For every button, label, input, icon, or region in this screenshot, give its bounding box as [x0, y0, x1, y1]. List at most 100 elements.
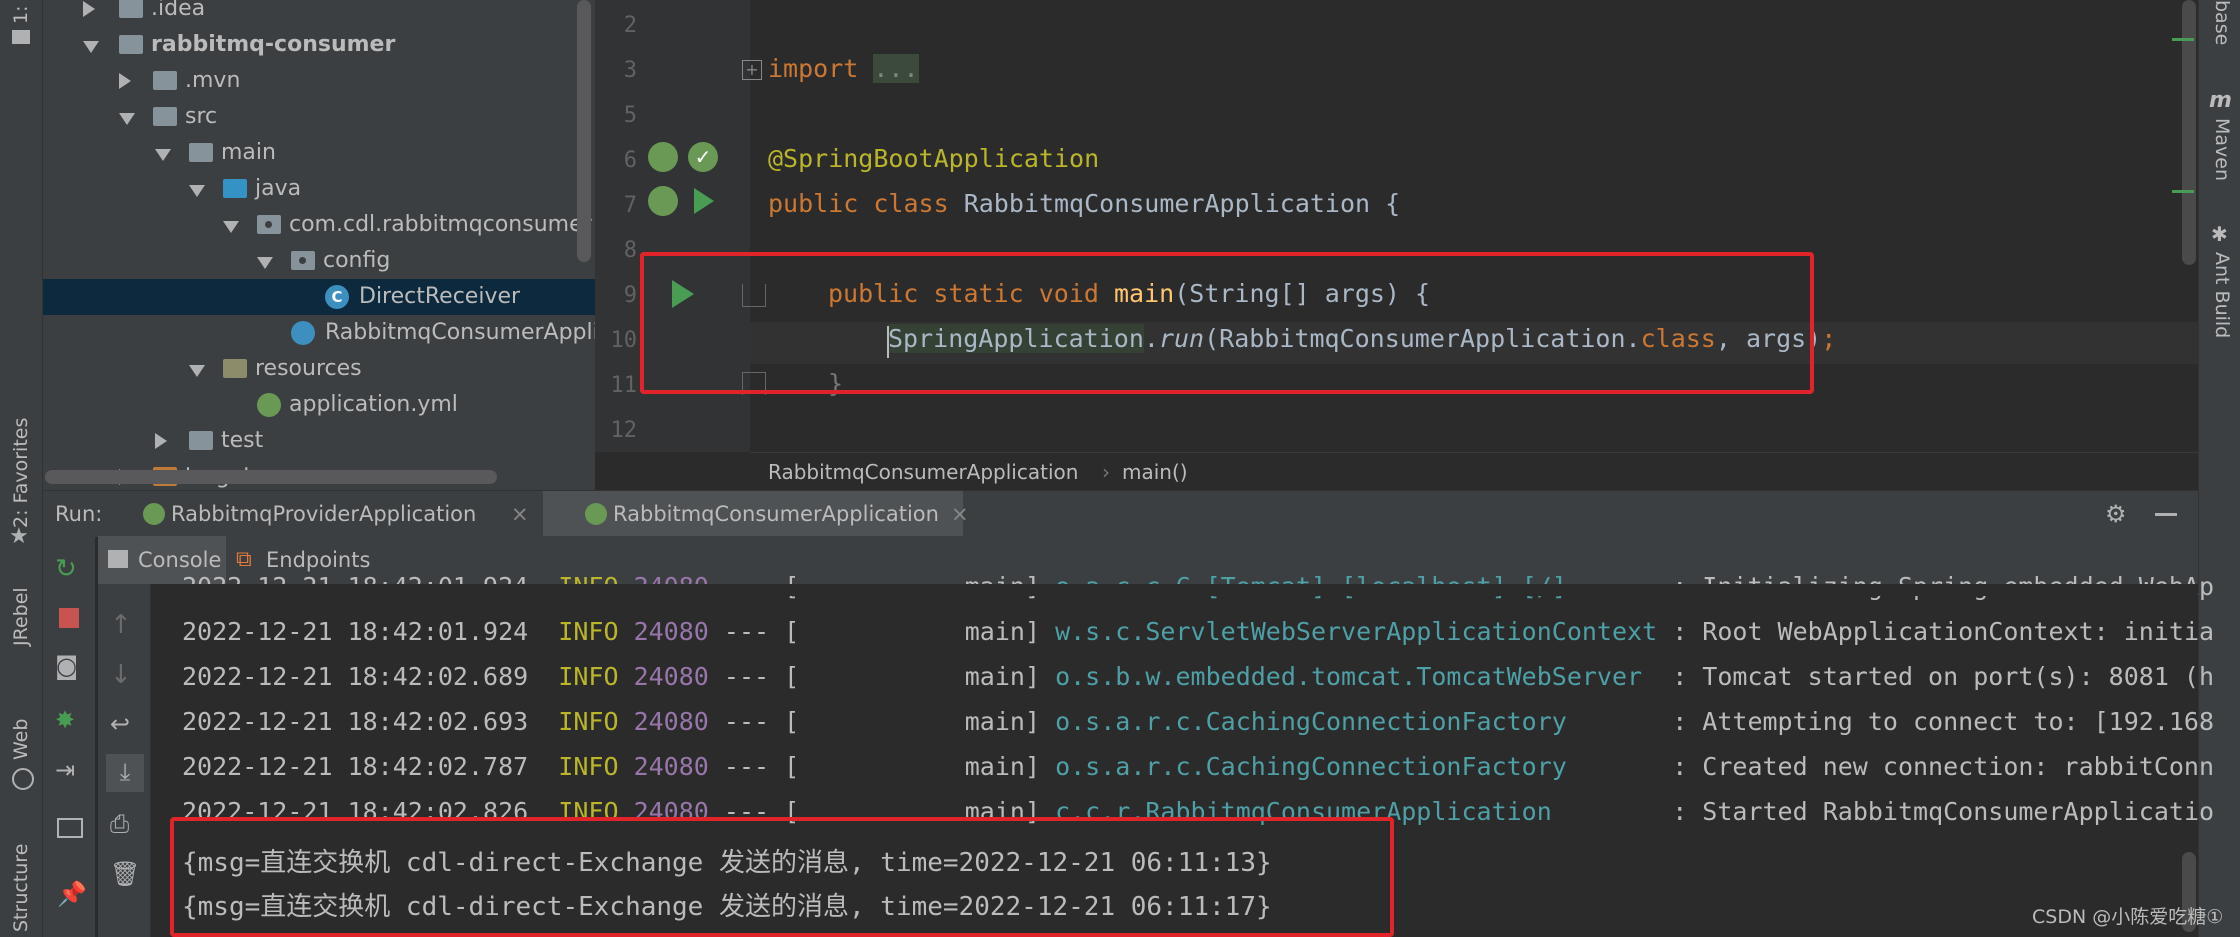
pin-icon[interactable]: 📌 — [57, 880, 87, 910]
folder-icon — [119, 0, 143, 18]
spring-yml-icon — [257, 393, 281, 417]
line-number: 11 — [610, 373, 638, 398]
tree-item-idea[interactable]: .idea — [43, 0, 595, 27]
log-timestamp: 2022-12-21 18:42:01.924 — [182, 617, 529, 646]
tree-item-mvn[interactable]: .mvn — [43, 63, 595, 99]
jrebel-tool-tab[interactable]: JRebel — [6, 580, 36, 680]
ant-tool-tab[interactable]: ✱ Ant Build — [2203, 222, 2237, 352]
tree-item-label: RabbitmqConsumerApplica — [325, 320, 595, 345]
chevron-right-icon[interactable] — [155, 433, 167, 449]
class-name: RabbitmqConsumerApplication — [963, 189, 1371, 218]
tree-item-config[interactable]: config — [43, 243, 595, 279]
spring-config-icon[interactable] — [648, 186, 678, 216]
log-pid: 24080 — [633, 707, 709, 736]
layout-icon[interactable] — [57, 818, 83, 838]
structure-tool-tab[interactable]: Structure — [6, 820, 36, 937]
module-folder-icon — [119, 35, 143, 54]
minimize-icon[interactable] — [2155, 513, 2177, 516]
breadcrumb-separator: › — [1102, 460, 1110, 484]
log-logger: o.s.b.w.embedded.tomcat.TomcatWebServer — [1055, 662, 1643, 691]
watermark: CSDN @小陈爱吃糖① — [2032, 906, 2224, 928]
tree-item-label: .idea — [151, 0, 206, 21]
favorites-tool-tab[interactable]: 2: Favorites ★ — [6, 400, 36, 550]
down-arrow-icon[interactable]: ↓ — [110, 660, 140, 690]
log-thread: main] — [964, 707, 1041, 736]
ant-tab-label: Ant Build — [2211, 252, 2233, 339]
tree-item-consumer-application[interactable]: RabbitmqConsumerApplica — [43, 315, 595, 351]
tree-item-src[interactable]: src — [43, 99, 595, 135]
up-arrow-icon[interactable]: ↑ — [110, 610, 140, 640]
log-sep: --- [ — [723, 662, 800, 691]
chevron-down-icon[interactable] — [257, 257, 273, 269]
tree-item-resources[interactable]: resources — [43, 351, 595, 387]
log-text: : Started RabbitmqConsumerApplicatio — [1672, 797, 2215, 826]
camera-icon[interactable]: ◙ — [55, 652, 85, 682]
chevron-down-icon[interactable] — [155, 149, 171, 161]
tree-item-main[interactable]: main — [43, 135, 595, 171]
import-keyword: import — [768, 54, 859, 83]
debug-icon[interactable]: ✸ — [55, 706, 85, 736]
folder-icon — [153, 107, 177, 126]
breadcrumb-file[interactable]: RabbitmqConsumerApplication — [768, 453, 1078, 491]
chevron-right-icon[interactable] — [83, 1, 95, 17]
maven-tool-tab[interactable]: m Maven — [2203, 88, 2237, 188]
close-icon[interactable]: × — [951, 491, 969, 537]
project-scrollbar-vertical[interactable] — [577, 0, 591, 262]
chevron-down-icon[interactable] — [83, 41, 99, 53]
folder-icon — [189, 143, 213, 162]
gear-icon[interactable]: ⚙ — [2105, 501, 2127, 527]
left-tool-strip: 1: 2: Favorites ★ JRebel Web Structure — [0, 0, 43, 937]
package-icon — [257, 215, 281, 234]
rerun-icon[interactable]: ↻ — [55, 554, 85, 584]
database-tool-tab[interactable]: base — [2203, 0, 2237, 50]
chevron-down-icon[interactable] — [119, 113, 135, 125]
project-scrollbar-horizontal[interactable] — [45, 470, 497, 484]
tree-item-application-yml[interactable]: application.yml — [43, 387, 595, 423]
tree-item-label: DirectReceiver — [359, 284, 521, 309]
trash-icon[interactable]: 🗑 — [110, 860, 140, 890]
line-number: 2 — [623, 13, 637, 38]
log-timestamp: 2022-12-21 18:42:02.689 — [182, 662, 529, 691]
line-number: 9 — [623, 283, 637, 308]
run-class-icon[interactable] — [694, 188, 714, 214]
chevron-down-icon[interactable] — [189, 365, 205, 377]
run-tab-label: RabbitmqConsumerApplication — [613, 502, 939, 526]
close-icon[interactable]: × — [511, 491, 529, 537]
chevron-down-icon[interactable] — [223, 221, 239, 233]
tree-item-java[interactable]: java — [43, 171, 595, 207]
run-tab-consumer[interactable]: RabbitmqConsumerApplication × — [543, 491, 969, 537]
run-label: Run: — [55, 502, 103, 526]
stop-icon[interactable] — [59, 608, 79, 628]
breadcrumb-method[interactable]: main() — [1122, 453, 1188, 491]
tree-item-directreceiver[interactable]: C DirectReceiver — [43, 279, 595, 315]
web-tool-tab[interactable]: Web — [6, 710, 36, 790]
semicolon: ; — [1821, 324, 1837, 353]
folder-icon — [153, 71, 177, 90]
tree-item-rabbitmq-consumer[interactable]: rabbitmq-consumer — [43, 27, 595, 63]
log-text: : Root WebApplicationContext: initia — [1672, 617, 2215, 646]
log-level: INFO — [558, 617, 619, 646]
scroll-to-end-icon[interactable]: ⤓ — [106, 754, 144, 792]
maven-icon: m — [2209, 88, 2232, 113]
print-icon[interactable]: ⎙ — [110, 810, 140, 840]
project-tool-tab[interactable]: 1: — [6, 0, 36, 50]
spring-bean-icon[interactable] — [648, 142, 678, 172]
chevron-down-icon[interactable] — [189, 185, 205, 197]
spring-check-icon[interactable]: ✓ — [688, 142, 718, 172]
fold-expand-icon[interactable]: + — [742, 60, 762, 80]
tree-item-label: .mvn — [185, 68, 241, 93]
run-tab-provider[interactable]: RabbitmqProviderApplication × — [133, 491, 543, 537]
log-level: INFO — [558, 707, 619, 736]
chevron-right-icon[interactable] — [119, 73, 131, 89]
tree-item-label: src — [185, 104, 218, 129]
soft-wrap-icon[interactable]: ↩ — [110, 710, 140, 740]
log-timestamp: 2022-12-21 18:42:02.787 — [182, 752, 529, 781]
tree-item-label: com.cdl.rabbitmqconsumer — [289, 212, 592, 237]
import-fold[interactable]: ... — [873, 54, 919, 83]
tree-item-label: config — [323, 248, 391, 273]
exit-icon[interactable]: ⇥ — [55, 756, 85, 786]
tree-item-package[interactable]: com.cdl.rabbitmqconsumer — [43, 207, 595, 243]
tree-item-test[interactable]: test — [43, 423, 595, 459]
line-number: 6 — [623, 148, 637, 173]
console-icon — [108, 550, 128, 568]
